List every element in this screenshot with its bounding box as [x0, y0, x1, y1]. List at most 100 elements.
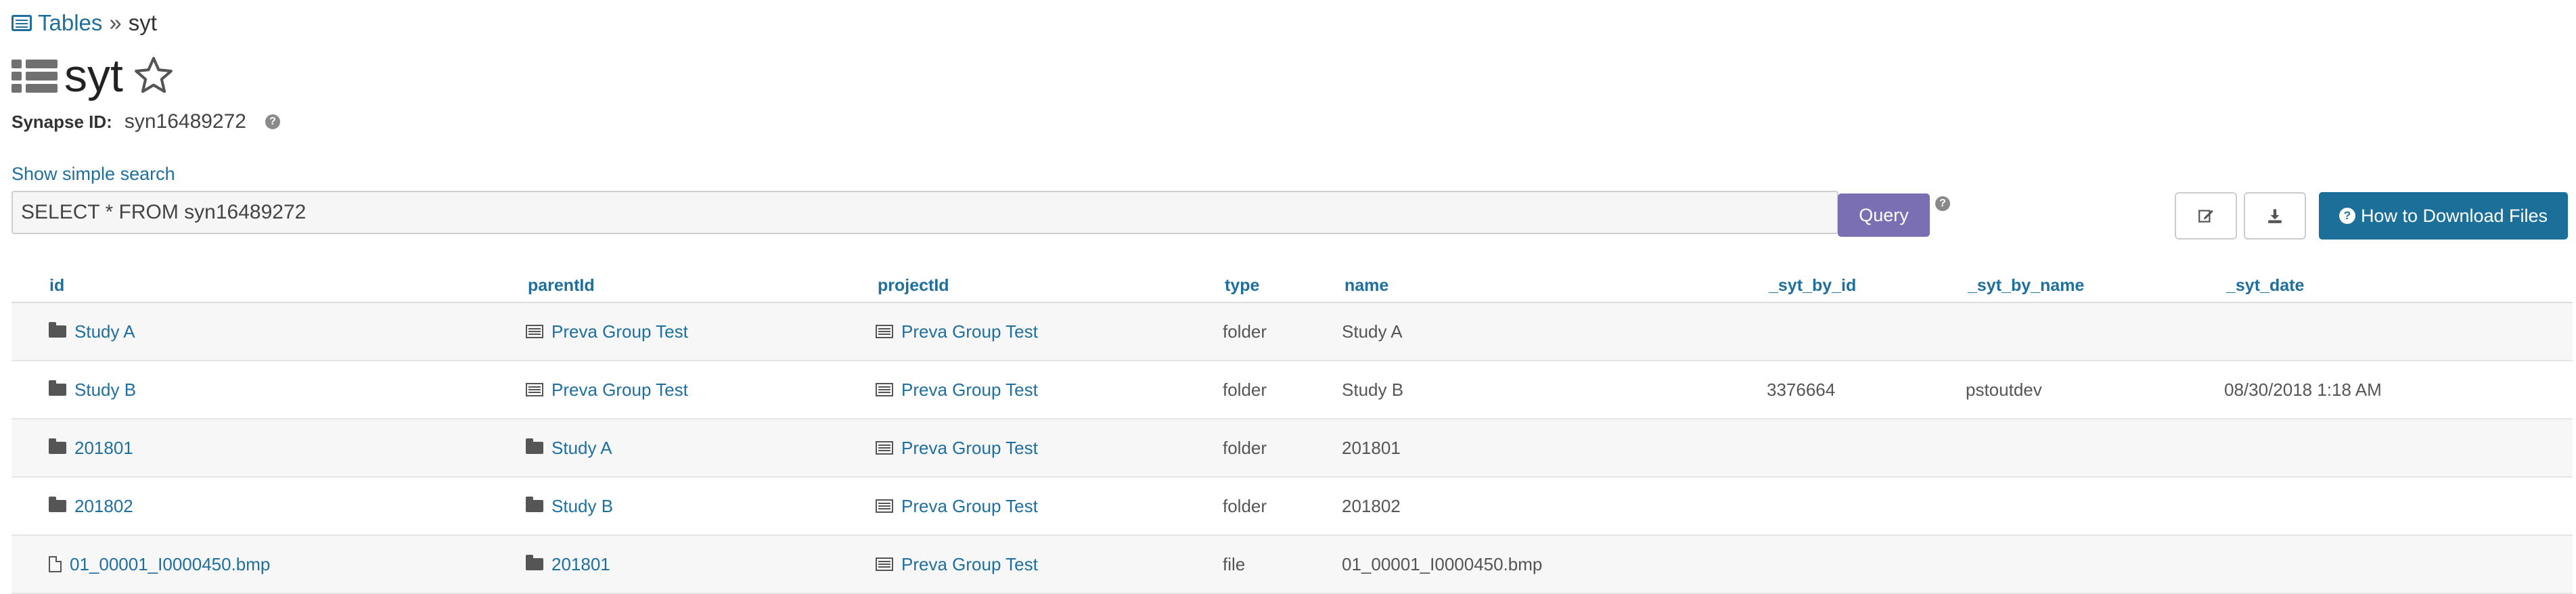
folder-icon — [526, 555, 543, 570]
cell-parent-id-text: Preva Group Test — [551, 379, 688, 400]
cell-project-id-text: Preva Group Test — [901, 379, 1038, 400]
cell-name-text: 201802 — [1342, 495, 1401, 516]
cell-parent-id-text: 201801 — [551, 553, 610, 574]
cell-project-id[interactable]: Preva Group Test — [876, 303, 1038, 360]
cell-parent-id-text: Study B — [551, 495, 614, 516]
folder-icon — [526, 438, 543, 454]
table-row: 201801 Study A Preva Group Test folder 20180… — [12, 419, 2573, 478]
column-header-syt-date[interactable]: _syt_date — [2226, 276, 2304, 296]
cell-id-text: 201802 — [74, 495, 133, 516]
page: Tables » syt syt Synapse ID: syn16489272… — [0, 0, 2576, 594]
cell-type: folder — [1223, 478, 1267, 534]
table-icon — [12, 58, 58, 93]
cell-type: folder — [1223, 419, 1267, 476]
cell-id-text: Study B — [74, 379, 137, 400]
cell-name: 01_00001_I0000450.bmp — [1342, 536, 1542, 593]
cell-project-id-text: Preva Group Test — [901, 437, 1038, 458]
cell-project-id[interactable]: Preva Group Test — [876, 478, 1038, 534]
query-help-icon[interactable]: ? — [1935, 196, 1950, 211]
synapse-id-row: Synapse ID: syn16489272 ? — [12, 108, 280, 135]
edit-query-button[interactable] — [2175, 192, 2237, 239]
cell-syt-by-id-text: 3376664 — [1767, 379, 1836, 400]
cell-type-text: folder — [1223, 379, 1267, 400]
cell-syt-by-name-text: pstoutdev — [1966, 379, 2042, 400]
cell-type-text: file — [1223, 553, 1246, 574]
star-icon[interactable] — [133, 55, 175, 97]
cell-parent-id[interactable]: Study A — [526, 419, 612, 476]
table-icon — [876, 441, 893, 455]
how-to-download-label: How to Download Files — [2360, 205, 2548, 226]
cell-id[interactable]: 201802 — [49, 478, 133, 534]
table-row: 01_00001_I0000450.bmp 201801 Preva Group T… — [12, 536, 2573, 594]
cell-syt-date: 08/30/2018 1:18 AM — [2224, 361, 2382, 418]
cell-id[interactable]: Study A — [49, 303, 135, 360]
folder-icon — [49, 380, 66, 396]
cell-id[interactable]: 01_00001_I0000450.bmp — [49, 536, 270, 593]
cell-id-text: 01_00001_I0000450.bmp — [70, 553, 271, 574]
cell-name-text: Study A — [1342, 321, 1403, 342]
table-row: 201802 Study B Preva Group Test folder 20180… — [12, 478, 2573, 536]
help-icon[interactable]: ? — [265, 114, 280, 129]
cell-name-text: 201801 — [1342, 437, 1401, 458]
column-header-syt-by-id[interactable]: _syt_by_id — [1769, 276, 1856, 296]
show-simple-search-link[interactable]: Show simple search — [12, 164, 175, 185]
cell-type: file — [1223, 536, 1245, 593]
table-icon — [526, 325, 543, 338]
column-header-id[interactable]: id — [49, 276, 64, 296]
cell-type: folder — [1223, 361, 1267, 418]
cell-project-id[interactable]: Preva Group Test — [876, 419, 1038, 476]
cell-syt-by-name: pstoutdev — [1966, 361, 2042, 418]
page-title-row: syt — [12, 49, 175, 103]
folder-icon — [49, 438, 66, 454]
how-to-download-button[interactable]: ? How to Download Files — [2319, 192, 2568, 239]
cell-parent-id[interactable]: Preva Group Test — [526, 361, 688, 418]
query-button[interactable]: Query — [1838, 193, 1930, 237]
cell-syt-date-text: 08/30/2018 1:18 AM — [2224, 379, 2382, 400]
cell-id-text: 201801 — [74, 437, 133, 458]
cell-parent-id[interactable]: 201801 — [526, 536, 610, 593]
table-icon — [876, 557, 893, 571]
cell-name-text: 01_00001_I0000450.bmp — [1342, 553, 1543, 574]
cell-parent-id[interactable]: Study B — [526, 478, 613, 534]
cell-id[interactable]: 201801 — [49, 419, 133, 476]
edit-icon — [2198, 210, 2213, 223]
column-header-type[interactable]: type — [1225, 276, 1259, 296]
column-header-parentid[interactable]: parentId — [528, 276, 595, 296]
cell-project-id-text: Preva Group Test — [901, 321, 1038, 342]
folder-icon — [49, 322, 66, 338]
cell-project-id[interactable]: Preva Group Test — [876, 361, 1038, 418]
table-icon — [876, 325, 893, 338]
column-header-projectid[interactable]: projectId — [878, 276, 949, 296]
results-table: id parentId projectId type name _syt_by_… — [12, 269, 2573, 594]
cell-project-id-text: Preva Group Test — [901, 553, 1038, 574]
cell-parent-id[interactable]: Preva Group Test — [526, 303, 688, 360]
cell-parent-id-text: Preva Group Test — [551, 321, 688, 342]
question-circle-icon: ? — [2338, 208, 2355, 224]
download-button[interactable] — [2244, 192, 2306, 239]
cell-type: folder — [1223, 303, 1267, 360]
table-icon — [526, 383, 543, 396]
table-list-icon — [12, 15, 32, 31]
cell-name: 201802 — [1342, 478, 1401, 534]
cell-name: 201801 — [1342, 419, 1401, 476]
column-header-syt-by-name[interactable]: _syt_by_name — [1968, 276, 2084, 296]
cell-syt-by-id: 3376664 — [1767, 361, 1835, 418]
folder-icon — [526, 497, 543, 512]
download-icon — [2268, 209, 2282, 223]
table-row: Study B Preva Group Test Preva Group Test f… — [12, 361, 2573, 419]
folder-icon — [49, 497, 66, 512]
file-icon — [49, 556, 62, 572]
breadcrumb-tables-link[interactable]: Tables — [12, 10, 102, 36]
query-input[interactable] — [12, 191, 1838, 234]
column-header-name[interactable]: name — [1345, 276, 1388, 296]
synapse-id-value: syn16489272 — [124, 110, 246, 133]
breadcrumb: Tables » syt — [12, 9, 157, 37]
table-icon — [876, 499, 893, 513]
table-icon — [876, 383, 893, 396]
table-body: Study A Preva Group Test Preva Group Test f… — [12, 303, 2573, 594]
cell-id[interactable]: Study B — [49, 361, 136, 418]
breadcrumb-separator: » — [109, 10, 122, 35]
cell-type-text: folder — [1223, 437, 1267, 458]
cell-project-id[interactable]: Preva Group Test — [876, 536, 1038, 593]
cell-name: Study B — [1342, 361, 1403, 418]
